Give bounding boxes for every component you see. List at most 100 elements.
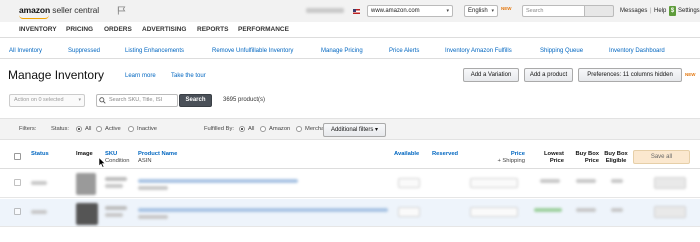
nav-performance[interactable]: PERFORMANCE bbox=[238, 26, 289, 33]
column-product-name[interactable]: Product Name ASIN bbox=[138, 151, 177, 164]
save-all-button[interactable]: Save all bbox=[633, 150, 690, 164]
inventory-search-input[interactable]: Search SKU, Title, ISI bbox=[96, 94, 178, 107]
fulfilled-filter-label: Fulfilled By: bbox=[204, 126, 234, 132]
row-checkbox[interactable] bbox=[14, 179, 21, 186]
nav-inventory[interactable]: INVENTORY bbox=[19, 26, 57, 33]
take-tour-link[interactable]: Take the tour bbox=[171, 73, 206, 79]
row-buybox-price bbox=[576, 208, 596, 212]
status-inactive-label: Inactive bbox=[137, 126, 157, 132]
tab-manage-pricing[interactable]: Manage Pricing bbox=[321, 48, 363, 54]
column-status[interactable]: Status bbox=[31, 151, 49, 158]
preferences-button[interactable]: Preferences: 11 columns hidden bbox=[578, 68, 682, 82]
language-value: English bbox=[468, 8, 488, 14]
row-condition bbox=[105, 213, 123, 217]
nav-reports[interactable]: REPORTS bbox=[197, 26, 228, 33]
row-lowest-price bbox=[540, 179, 560, 183]
row-checkbox[interactable] bbox=[14, 208, 21, 215]
lowest-price-header-1: Lowest bbox=[544, 151, 564, 157]
product-name-header: Product Name bbox=[138, 151, 178, 157]
column-buybox-eligible: Buy Box Eligible bbox=[603, 151, 629, 164]
available-input bbox=[398, 178, 420, 188]
help-icon[interactable]: $ bbox=[669, 6, 676, 16]
tab-inventory-dashboard[interactable]: Inventory Dashboard bbox=[609, 48, 665, 54]
asin-header: ASIN bbox=[138, 157, 152, 164]
row-buybox-price bbox=[576, 179, 596, 183]
column-price[interactable]: Price + Shipping bbox=[495, 151, 525, 164]
chevron-down-icon: ▾ bbox=[491, 8, 494, 14]
buybox-price-header-1: Buy Box bbox=[575, 151, 599, 157]
row-sku bbox=[105, 177, 127, 181]
top-bar: amazon seller central www.amazon.com ▾ E… bbox=[0, 0, 700, 22]
language-select[interactable]: English ▾ bbox=[464, 5, 498, 17]
global-search-input[interactable]: Search bbox=[522, 5, 585, 17]
filters-bar: Filters: Status: All Active Inactive Ful… bbox=[0, 118, 700, 140]
column-sku[interactable]: SKU Condition bbox=[105, 151, 130, 164]
column-available[interactable]: Available bbox=[394, 151, 419, 158]
add-variation-button[interactable]: Add a Variation bbox=[463, 68, 519, 82]
tab-inventory-amazon-fulfills[interactable]: Inventory Amazon Fulfills bbox=[445, 48, 512, 54]
additional-filters-button[interactable]: Additional filters ▾ bbox=[323, 123, 386, 137]
help-link[interactable]: Help bbox=[654, 8, 666, 14]
bulk-action-select[interactable]: Action on 0 selected ▾ bbox=[9, 94, 85, 107]
product-count: 3695 product(s) bbox=[223, 97, 266, 103]
tab-all-inventory[interactable]: All Inventory bbox=[9, 48, 42, 54]
status-inactive-radio[interactable] bbox=[128, 126, 134, 132]
price-input bbox=[470, 207, 518, 217]
row-condition bbox=[105, 184, 123, 188]
row-buybox-eligible bbox=[611, 208, 623, 212]
tab-suppressed[interactable]: Suppressed bbox=[68, 48, 100, 54]
logo-smile bbox=[19, 15, 49, 19]
status-all-radio[interactable] bbox=[76, 126, 82, 132]
chevron-down-icon: ▾ bbox=[78, 97, 81, 103]
fulfilled-amazon-label: Amazon bbox=[269, 126, 291, 132]
available-input bbox=[398, 207, 420, 217]
marketplace-select[interactable]: www.amazon.com ▾ bbox=[367, 5, 453, 17]
table-row[interactable] bbox=[0, 199, 700, 227]
row-status bbox=[31, 181, 47, 185]
messages-link[interactable]: Messages bbox=[620, 8, 647, 14]
marketplace-value: www.amazon.com bbox=[371, 8, 420, 14]
row-edit-button bbox=[654, 177, 686, 189]
status-active-radio[interactable] bbox=[96, 126, 102, 132]
separator: | bbox=[650, 8, 652, 14]
flag-icon[interactable] bbox=[117, 6, 126, 15]
row-status bbox=[31, 210, 47, 214]
additional-filters-label: Additional filters bbox=[330, 127, 374, 133]
settings-link[interactable]: Settings bbox=[678, 8, 700, 14]
row-edit-button bbox=[654, 206, 686, 218]
global-search-button[interactable] bbox=[584, 5, 614, 17]
tab-price-alerts[interactable]: Price Alerts bbox=[389, 48, 419, 54]
row-product-name bbox=[138, 179, 298, 183]
nav-pricing[interactable]: PRICING bbox=[66, 26, 93, 33]
shipping-header: + Shipping bbox=[497, 157, 525, 164]
learn-more-link[interactable]: Learn more bbox=[125, 73, 156, 79]
inventory-search-button[interactable]: Search bbox=[179, 94, 212, 107]
select-all-checkbox[interactable] bbox=[14, 153, 21, 160]
tab-shipping-queue[interactable]: Shipping Queue bbox=[540, 48, 583, 54]
seller-central-logo[interactable]: amazon seller central bbox=[19, 5, 99, 15]
row-buybox-eligible bbox=[611, 179, 623, 183]
tab-remove-unfulfillable[interactable]: Remove Unfulfillable Inventory bbox=[212, 48, 293, 54]
condition-header: Condition bbox=[105, 157, 130, 164]
fulfilled-amazon-radio[interactable] bbox=[260, 126, 266, 132]
column-lowest-price: Lowest Price bbox=[536, 151, 564, 164]
account-name[interactable] bbox=[306, 8, 344, 13]
main-nav: INVENTORY PRICING ORDERS ADVERTISING REP… bbox=[0, 22, 700, 38]
chevron-down-icon: ▾ bbox=[446, 8, 449, 14]
logo-brand: amazon bbox=[19, 5, 51, 15]
tab-listing-enhancements[interactable]: Listing Enhancements bbox=[125, 48, 184, 54]
add-product-button[interactable]: Add a product bbox=[524, 68, 573, 82]
logo-product: seller central bbox=[50, 5, 100, 15]
row-asin bbox=[138, 186, 168, 190]
status-filter-label: Status: bbox=[51, 126, 70, 132]
fulfilled-all-radio[interactable] bbox=[239, 126, 245, 132]
table-row[interactable] bbox=[0, 170, 700, 198]
country-flag-icon bbox=[353, 9, 360, 14]
new-badge: NEW bbox=[501, 6, 512, 11]
fulfilled-merchant-radio[interactable] bbox=[296, 126, 302, 132]
nav-orders[interactable]: ORDERS bbox=[104, 26, 132, 33]
sku-header: SKU bbox=[105, 151, 118, 157]
nav-advertising[interactable]: ADVERTISING bbox=[142, 26, 186, 33]
column-reserved[interactable]: Reserved bbox=[432, 151, 458, 158]
inventory-subtabs: All Inventory Suppressed Listing Enhance… bbox=[0, 45, 700, 59]
